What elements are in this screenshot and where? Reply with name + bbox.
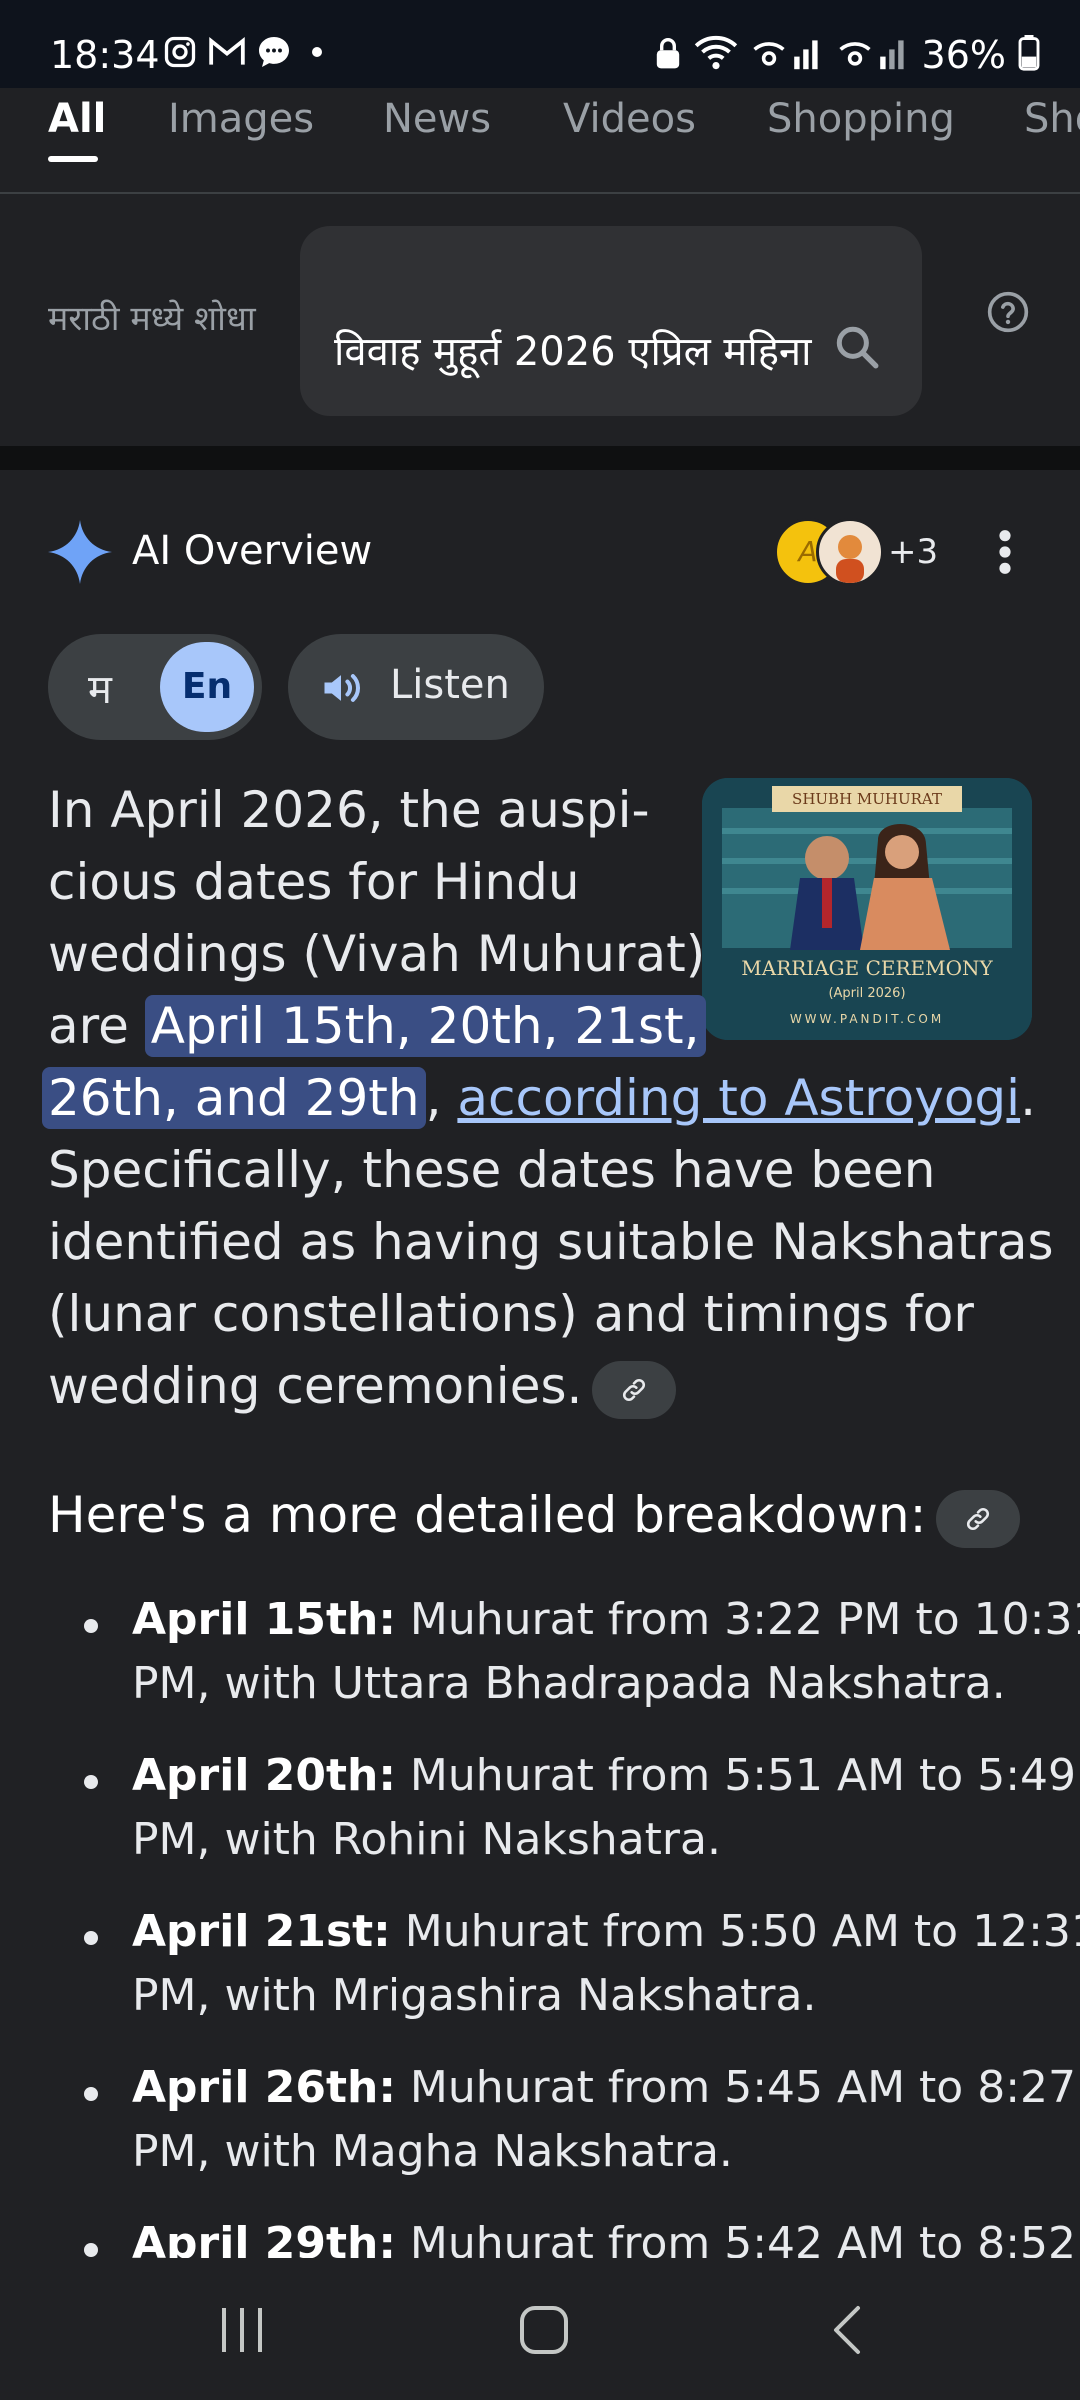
- translated-search-box[interactable]: विवाह मुहूर्त 2026 एप्रिल महिना: [300, 226, 922, 416]
- summary-text: wedding ceremonies.: [48, 1357, 583, 1415]
- lock-icon: [654, 36, 682, 74]
- summary-line: In April 2026, the auspi-: [48, 781, 650, 839]
- summary-line: 26th, and 29th, according to Astroyogi.: [42, 1062, 1036, 1134]
- source-avatar: [816, 518, 884, 586]
- list-item-text: Muhurat from 3:22 PM to 10:31: [409, 1594, 1080, 1645]
- tab-more[interactable]: Sho: [1024, 96, 1080, 142]
- list-item-date: April 26th:: [132, 2062, 396, 2113]
- tab-shopping[interactable]: Shopping: [767, 96, 955, 142]
- summary-line: are April 15th, 20th, 21st,: [48, 990, 706, 1062]
- thumbnail-site: WWW.PANDIT.COM: [789, 1012, 945, 1026]
- more-options-icon[interactable]: [998, 522, 1012, 586]
- breakdown-title: Here's a more detailed breakdown:: [48, 1486, 927, 1544]
- english-option[interactable]: En: [160, 642, 254, 732]
- status-bar: 18:34 36%: [0, 0, 1080, 88]
- list-item-line: April 21st: Muhurat from 5:50 AM to 12:3…: [132, 1900, 1080, 1964]
- marathi-option[interactable]: म: [88, 660, 112, 715]
- thumbnail-title: MARRIAGE CEREMONY: [741, 956, 993, 980]
- tab-news[interactable]: News: [383, 96, 491, 142]
- messages-icon: [256, 34, 292, 70]
- search-in-marathi-label: मराठी मध्ये शोधा: [48, 299, 256, 339]
- link-icon: [623, 1378, 646, 1401]
- status-time: 18:34: [50, 33, 160, 77]
- summary-text: ,: [425, 1069, 442, 1127]
- list-item-line: April 20th: Muhurat from 5:51 AM to 5:49: [132, 1744, 1076, 1808]
- tab-images[interactable]: Images: [168, 96, 314, 142]
- summary-text: .: [1020, 1069, 1036, 1127]
- thumbnail-subtitle: (April 2026): [828, 986, 906, 1001]
- breakdown-heading: Here's a more detailed breakdown:: [48, 1486, 1021, 1548]
- home-icon[interactable]: [518, 2304, 570, 2360]
- tab-videos[interactable]: Videos: [563, 96, 696, 142]
- more-sources-count[interactable]: +3: [888, 532, 938, 572]
- wifi-icon: [694, 35, 738, 75]
- list-item-line: PM, with Rohini Nakshatra.: [132, 1814, 721, 1865]
- translated-search-section: मराठी मध्ये शोधा विवाह मुहूर्त 2026 एप्र…: [0, 194, 1080, 446]
- language-toggle[interactable]: म En: [48, 634, 262, 740]
- list-item-line: PM, with Uttara Bhadrapada Nakshatra.: [132, 1658, 1006, 1709]
- summary-line: identified as having suitable Nakshatras: [48, 1213, 1054, 1271]
- list-item-line: April 15th: Muhurat from 3:22 PM to 10:3…: [132, 1588, 1080, 1652]
- notification-icons: [162, 34, 332, 70]
- system-status-icons: 36%: [654, 33, 1040, 77]
- summary-line: (lunar constellations) and timings for: [48, 1285, 974, 1343]
- bullet-dot: [84, 2243, 98, 2257]
- source-link-chip[interactable]: [936, 1489, 1021, 1548]
- recents-icon[interactable]: [218, 2304, 268, 2360]
- dot-icon: [302, 37, 332, 67]
- listen-label: Listen: [390, 662, 510, 708]
- speaker-icon: [318, 666, 364, 714]
- list-item-text: Muhurat from 5:45 AM to 8:27: [409, 2062, 1077, 2113]
- list-item-date: April 21st:: [132, 1906, 391, 1957]
- link-icon: [967, 1507, 990, 1530]
- listen-button[interactable]: Listen: [288, 634, 544, 740]
- active-tab-indicator: [48, 156, 98, 162]
- marriage-ceremony-thumbnail[interactable]: SHUBH MUHURAT MARRIAGE CEREMONY (April 2…: [702, 778, 1032, 1040]
- bullet-dot: [84, 1619, 98, 1633]
- summary-line: wedding ceremonies.: [48, 1350, 677, 1422]
- instagram-icon: [162, 34, 198, 70]
- volte-signal-icon: [836, 35, 910, 75]
- summary-line: cious dates for Hindu: [48, 853, 580, 911]
- volte-signal-icon: [750, 35, 824, 75]
- list-item-line: PM, with Magha Nakshatra.: [132, 2126, 733, 2177]
- highlighted-dates: 26th, and 29th: [42, 1067, 426, 1129]
- list-item-line: PM, with Mrigashira Nakshatra.: [132, 1970, 817, 2021]
- gmail-icon: [208, 35, 246, 69]
- search-icon[interactable]: [832, 322, 882, 376]
- source-avatars[interactable]: A: [774, 518, 884, 588]
- summary-line: Specifically, these dates have been: [48, 1141, 936, 1199]
- back-icon[interactable]: [828, 2304, 868, 2360]
- list-item-line: April 26th: Muhurat from 5:45 AM to 8:27: [132, 2056, 1076, 2120]
- bullet-dot: [84, 1775, 98, 1789]
- search-tabs: All Images News Videos Shopping Sho: [0, 88, 1080, 194]
- list-item-text: Muhurat from 5:50 AM to 12:31: [404, 1906, 1080, 1957]
- section-divider: [0, 446, 1080, 470]
- tab-all[interactable]: All: [48, 96, 106, 142]
- astroyogi-source-link[interactable]: according to Astroyogi: [457, 1069, 1020, 1127]
- battery-icon: [1018, 35, 1040, 75]
- ai-overview-title: AI Overview: [132, 528, 373, 574]
- gemini-sparkle-icon: [48, 520, 112, 588]
- help-icon[interactable]: [986, 290, 1030, 338]
- list-item-date: April 20th:: [132, 1750, 396, 1801]
- ai-overview-header: AI Overview A +3: [0, 470, 1080, 630]
- list-item-date: April 15th:: [132, 1594, 396, 1645]
- list-item-text: Muhurat from 5:51 AM to 5:49: [409, 1750, 1077, 1801]
- highlighted-dates: April 15th, 20th, 21st,: [144, 995, 706, 1057]
- system-navigation-bar: [0, 2258, 1080, 2400]
- summary-text: are: [48, 997, 145, 1055]
- search-query[interactable]: विवाह मुहूर्त 2026 एप्रिल महिना: [334, 322, 812, 377]
- bullet-dot: [84, 1931, 98, 1945]
- bullet-dot: [84, 2087, 98, 2101]
- thumbnail-banner: SHUBH MUHURAT: [772, 786, 962, 812]
- summary-line: weddings (Vivah Muhurat): [48, 925, 706, 983]
- battery-percent: 36%: [921, 33, 1006, 77]
- source-link-chip[interactable]: [592, 1360, 677, 1419]
